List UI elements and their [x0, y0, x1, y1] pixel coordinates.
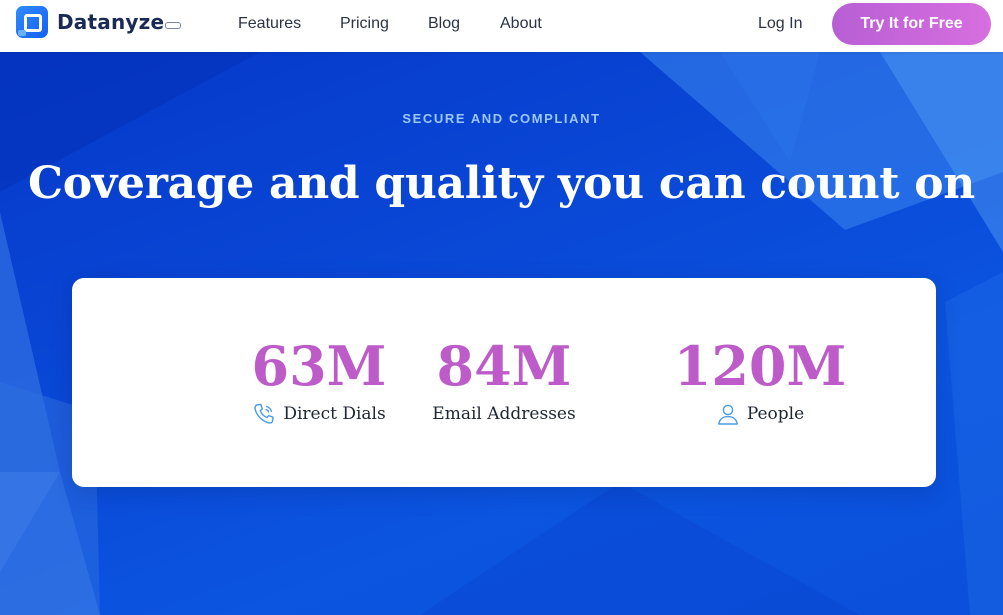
login-link[interactable]: Log In	[758, 15, 802, 33]
phone-icon	[254, 403, 275, 424]
stat-email-addresses: 84M Email Addresses	[374, 334, 634, 428]
stat-value: 84M	[436, 334, 572, 398]
brand-logo[interactable]: Datanyze	[16, 6, 182, 38]
stat-label: Email Addresses	[432, 404, 576, 424]
stat-value: 120M	[673, 334, 847, 398]
stat-label-row: Email Addresses	[374, 400, 634, 428]
stat-label: Direct Dials	[283, 404, 386, 424]
hero-title: Coverage and quality you can count on	[27, 158, 976, 209]
nav-blog[interactable]: Blog	[428, 15, 460, 33]
nav-pricing[interactable]: Pricing	[340, 15, 389, 33]
try-free-button[interactable]: Try It for Free	[832, 3, 991, 45]
nav-about[interactable]: About	[500, 15, 542, 33]
datanyze-logo-icon	[16, 6, 48, 38]
stat-people: 120M People	[630, 334, 890, 428]
stat-label: People	[746, 404, 805, 424]
stat-label-row: People	[630, 400, 890, 428]
site-header: Datanyze Features Pricing Blog About Log…	[0, 0, 1003, 52]
nav-features[interactable]: Features	[238, 15, 301, 33]
brand-name: Datanyze	[57, 10, 165, 34]
hero-section: SECURE AND COMPLIANT Coverage and qualit…	[0, 52, 1003, 615]
person-icon	[717, 404, 738, 425]
hero-eyebrow: SECURE AND COMPLIANT	[402, 111, 601, 126]
stats-card: 63M Direct Dials 84M Email Addresses 120…	[72, 278, 936, 487]
logo-toggle-icon	[165, 21, 182, 29]
